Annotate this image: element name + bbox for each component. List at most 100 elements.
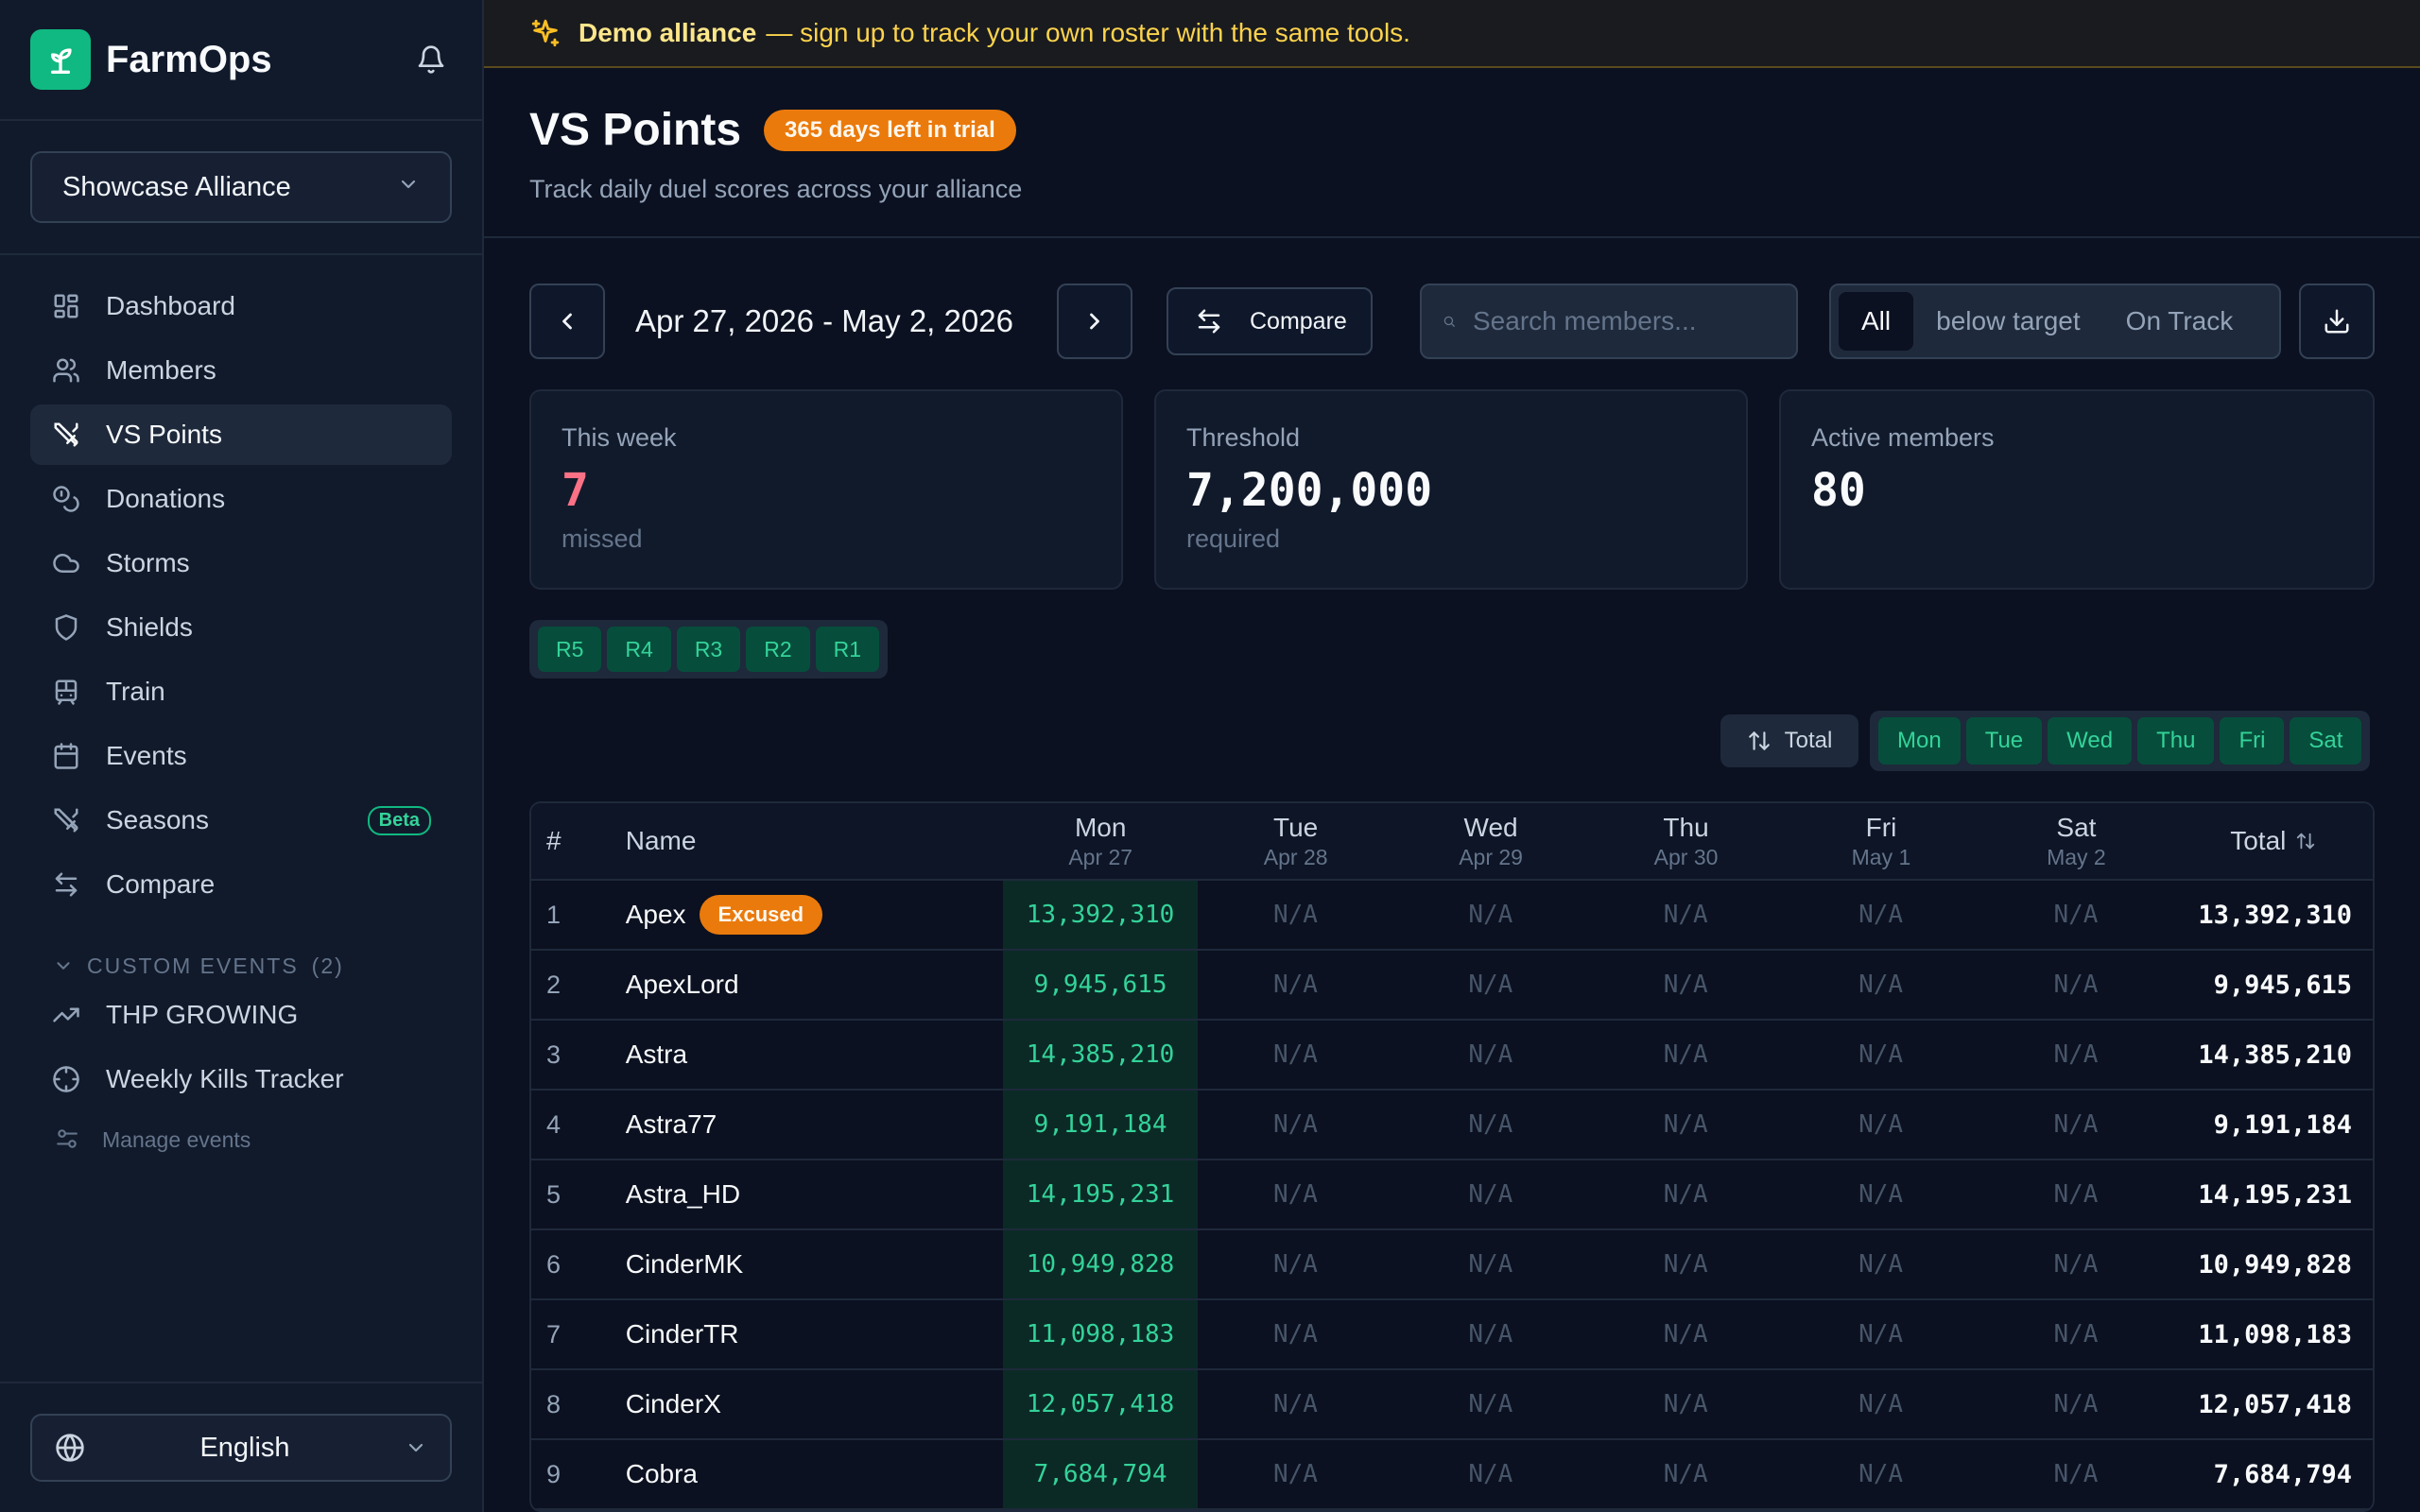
member-name[interactable]: Apex [626,900,686,930]
prev-week-button[interactable] [529,284,605,359]
cell-thu[interactable]: N/A [1588,1021,1783,1089]
cell-wed[interactable]: N/A [1393,951,1588,1019]
sidebar-item-weekly-kills[interactable]: Weekly Kills Tracker [30,1049,452,1109]
cell-wed[interactable]: N/A [1393,881,1588,949]
cell-sat[interactable]: N/A [1979,951,2173,1019]
table-row[interactable]: 6 CinderMK 10,949,828 N/A N/A N/A N/A N/… [531,1230,2373,1300]
cell-wed[interactable]: N/A [1393,1021,1588,1089]
sidebar-item-donations[interactable]: Donations [30,469,452,529]
member-name[interactable]: CinderX [626,1389,721,1419]
col-mon[interactable]: Mon Apr 27 [1003,803,1198,879]
sidebar-item-shields[interactable]: Shields [30,597,452,658]
table-row[interactable]: 1 Apex Excused 13,392,310 N/A N/A N/A N/… [531,881,2373,951]
sidebar-item-thp-growing[interactable]: THP GROWING [30,985,452,1045]
cell-thu[interactable]: N/A [1588,1230,1783,1298]
col-tue[interactable]: Tue Apr 28 [1198,803,1392,879]
alliance-select[interactable]: Showcase Alliance [30,151,452,223]
day-chip-wed[interactable]: Wed [2048,717,2133,765]
member-name[interactable]: Cobra [626,1459,698,1489]
cell-tue[interactable]: N/A [1198,1091,1392,1159]
col-thu[interactable]: Thu Apr 30 [1588,803,1783,879]
cell-mon[interactable]: 14,385,210 [1002,1021,1199,1089]
member-name[interactable]: Astra_HD [626,1179,740,1210]
rank-chip-r3[interactable]: R3 [676,627,741,672]
cell-sat[interactable]: N/A [1979,1091,2173,1159]
cell-sat[interactable]: N/A [1979,1370,2173,1438]
cell-thu[interactable]: N/A [1588,881,1783,949]
cell-fri[interactable]: N/A [1783,1370,1978,1438]
cell-sat[interactable]: N/A [1979,1230,2173,1298]
cell-thu[interactable]: N/A [1588,1091,1783,1159]
day-chip-fri[interactable]: Fri [2220,717,2285,765]
cell-thu[interactable]: N/A [1588,1160,1783,1228]
rank-chip-r5[interactable]: R5 [538,627,602,672]
language-select[interactable]: English [30,1414,452,1482]
cell-thu[interactable]: N/A [1588,1370,1783,1438]
cell-thu[interactable]: N/A [1588,1300,1783,1368]
member-name[interactable]: CinderTR [626,1319,739,1349]
table-row[interactable]: 7 CinderTR 11,098,183 N/A N/A N/A N/A N/… [531,1300,2373,1370]
table-row[interactable]: 8 CinderX 12,057,418 N/A N/A N/A N/A N/A… [531,1370,2373,1440]
sidebar-item-seasons[interactable]: Seasons Beta [30,790,452,850]
cell-fri[interactable]: N/A [1783,881,1978,949]
rank-chip-r2[interactable]: R2 [746,627,810,672]
cell-sat[interactable]: N/A [1979,1440,2173,1508]
cell-mon[interactable]: 7,684,794 [1002,1440,1199,1508]
cell-thu[interactable]: N/A [1588,1440,1783,1508]
cell-sat[interactable]: N/A [1979,1160,2173,1228]
member-name[interactable]: Astra77 [626,1109,717,1140]
cell-tue[interactable]: N/A [1198,951,1392,1019]
cell-tue[interactable]: N/A [1198,1230,1392,1298]
cell-tue[interactable]: N/A [1198,1440,1392,1508]
cell-mon[interactable]: 12,057,418 [1002,1370,1199,1438]
day-chip-thu[interactable]: Thu [2137,717,2215,765]
manage-events-link[interactable]: Manage events [30,1113,452,1166]
col-wed[interactable]: Wed Apr 29 [1393,803,1588,879]
cell-tue[interactable]: N/A [1198,1021,1392,1089]
col-fri[interactable]: Fri May 1 [1784,803,1979,879]
day-chip-tue[interactable]: Tue [1965,717,2043,765]
day-chip-mon[interactable]: Mon [1878,717,1961,765]
table-row[interactable]: 5 Astra_HD 14,195,231 N/A N/A N/A N/A N/… [531,1160,2373,1230]
sidebar-item-storms[interactable]: Storms [30,533,452,593]
sidebar-item-dashboard[interactable]: Dashboard [30,276,452,336]
cell-mon[interactable]: 11,098,183 [1002,1300,1199,1368]
col-total[interactable]: Total [2174,803,2373,879]
cell-fri[interactable]: N/A [1783,1230,1978,1298]
table-row[interactable]: 3 Astra 14,385,210 N/A N/A N/A N/A N/A 1… [531,1021,2373,1091]
table-row[interactable]: 2 ApexLord 9,945,615 N/A N/A N/A N/A N/A… [531,951,2373,1021]
cell-fri[interactable]: N/A [1783,951,1978,1019]
cell-wed[interactable]: N/A [1393,1230,1588,1298]
cell-sat[interactable]: N/A [1979,881,2173,949]
custom-events-toggle[interactable]: CUSTOM EVENTS (2) [30,947,452,985]
table-row[interactable]: 9 Cobra 7,684,794 N/A N/A N/A N/A N/A 7,… [531,1440,2373,1510]
filter-all[interactable]: All [1839,292,1914,351]
cell-fri[interactable]: N/A [1783,1091,1978,1159]
sidebar-item-train[interactable]: Train [30,662,452,722]
table-row[interactable]: 4 Astra77 9,191,184 N/A N/A N/A N/A N/A … [531,1091,2373,1160]
day-chip-sat[interactable]: Sat [2290,717,2362,765]
sort-total-button[interactable]: Total [1720,714,1858,767]
cell-fri[interactable]: N/A [1783,1021,1978,1089]
bell-icon[interactable] [410,39,452,80]
member-name[interactable]: ApexLord [626,970,739,1000]
cell-sat[interactable]: N/A [1979,1300,2173,1368]
cell-fri[interactable]: N/A [1783,1300,1978,1368]
sidebar-item-compare[interactable]: Compare [30,854,452,915]
cell-thu[interactable]: N/A [1588,951,1783,1019]
rank-chip-r4[interactable]: R4 [607,627,671,672]
col-name[interactable]: Name [626,803,1003,879]
cell-mon[interactable]: 10,949,828 [1002,1230,1199,1298]
cell-tue[interactable]: N/A [1198,881,1392,949]
sidebar-item-vs-points[interactable]: VS Points [30,404,452,465]
sidebar-item-members[interactable]: Members [30,340,452,401]
filter-below-target[interactable]: below target [1913,292,2103,351]
sprout-icon[interactable] [30,29,91,90]
cell-sat[interactable]: N/A [1979,1021,2173,1089]
cell-mon[interactable]: 9,191,184 [1002,1091,1199,1159]
cell-wed[interactable]: N/A [1393,1440,1588,1508]
cell-wed[interactable]: N/A [1393,1091,1588,1159]
cell-mon[interactable]: 13,392,310 [1002,881,1199,949]
download-button[interactable] [2299,284,2375,359]
member-name[interactable]: CinderMK [626,1249,743,1280]
